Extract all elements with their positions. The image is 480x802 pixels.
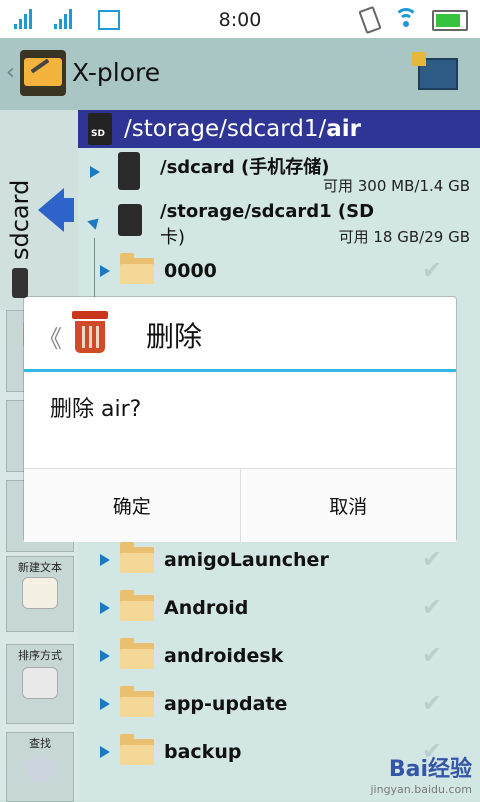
back-chevron-icon[interactable]: 《 xyxy=(38,319,62,354)
folder-icon xyxy=(120,638,154,669)
expand-arrow-icon[interactable] xyxy=(90,166,100,178)
path-text: /storage/sdcard1/air xyxy=(124,116,361,142)
dialog-buttons: 确定 取消 xyxy=(24,468,456,542)
folder-icon xyxy=(120,253,154,284)
collapse-arrow-icon[interactable] xyxy=(87,214,103,230)
cancel-button[interactable]: 取消 xyxy=(239,469,456,542)
watermark-brand: Bai经验 xyxy=(388,757,472,782)
app-title: X-plore xyxy=(72,58,161,87)
folder-name: amigoLauncher xyxy=(164,549,329,571)
magnifier-icon xyxy=(26,755,54,783)
folder-icon xyxy=(120,590,154,621)
check-icon[interactable]: ✔ xyxy=(422,593,442,621)
new-document-icon xyxy=(22,577,58,609)
folder-name: androidesk xyxy=(164,645,284,667)
back-chevron-icon[interactable]: ‹ xyxy=(6,60,15,85)
find-label: 查找 xyxy=(29,737,51,750)
dialog-message: 删除 air? xyxy=(50,397,142,422)
sd-card-icon xyxy=(118,204,142,236)
check-icon[interactable]: ✔ xyxy=(422,545,442,573)
folder-row[interactable]: app-update ✔ xyxy=(78,681,480,729)
expand-arrow-icon[interactable] xyxy=(100,602,110,614)
confirm-button[interactable]: 确定 xyxy=(24,469,240,542)
battery-icon xyxy=(432,10,468,31)
arrow-stem xyxy=(60,198,74,222)
drive-item[interactable]: /sdcard (手机存储) 可用 300 MB/1.4 GB xyxy=(78,148,480,196)
check-icon[interactable]: ✔ xyxy=(422,256,442,284)
drive-space: 可用 18 GB/29 GB xyxy=(338,228,470,246)
check-icon[interactable]: ✔ xyxy=(422,641,442,669)
drive-name: /storage/sdcard1 (SD xyxy=(160,201,375,222)
drive-space: 可用 300 MB/1.4 GB xyxy=(323,177,470,195)
sd-card-icon xyxy=(88,113,112,145)
phone-icon xyxy=(118,152,140,190)
drive-item[interactable]: /storage/sdcard1 (SD 卡) 可用 18 GB/29 GB xyxy=(78,196,480,250)
folder-row[interactable]: Android ✔ xyxy=(78,585,480,633)
drive-tab-sdcard[interactable]: sdcard xyxy=(0,110,79,310)
trash-icon xyxy=(72,311,108,355)
folder-icon xyxy=(120,734,154,765)
expand-arrow-icon[interactable] xyxy=(100,554,110,566)
sort-label: 排序方式 xyxy=(18,649,62,662)
new-text-label: 新建文本 xyxy=(18,561,62,574)
app-logo-icon[interactable] xyxy=(20,50,66,96)
folder-row[interactable]: 0000 ✔ xyxy=(78,248,480,296)
path-bar[interactable]: /storage/sdcard1/air xyxy=(78,110,480,148)
dialog-header: 《 删除 xyxy=(24,297,456,372)
status-bar: 8:00 xyxy=(0,0,480,38)
screen-switch-icon[interactable] xyxy=(412,52,458,90)
new-text-button[interactable]: 新建文本 xyxy=(6,556,74,632)
dialog-title: 删除 xyxy=(146,320,203,353)
folder-row[interactable]: androidesk ✔ xyxy=(78,633,480,681)
watermark-url: jingyan.baidu.com xyxy=(370,783,472,796)
delete-dialog: 《 删除 删除 air? 确定 取消 xyxy=(24,297,456,542)
folder-row[interactable]: amigoLauncher ✔ xyxy=(78,537,480,585)
folder-name: Android xyxy=(164,597,249,619)
folder-name: backup xyxy=(164,741,242,763)
expand-arrow-icon[interactable] xyxy=(100,650,110,662)
drive-name: /sdcard (手机存储) xyxy=(160,157,330,178)
folder-icon xyxy=(120,686,154,717)
sort-button[interactable]: 排序方式 xyxy=(6,644,74,724)
sort-icon xyxy=(22,667,58,699)
wifi-icon xyxy=(394,8,418,28)
folder-icon xyxy=(120,542,154,573)
watermark: Bai经验 jingyan.baidu.com xyxy=(370,751,472,796)
drive-name-cont: 卡) xyxy=(160,227,186,248)
folder-name: 0000 xyxy=(164,260,217,282)
folder-name: app-update xyxy=(164,693,288,715)
expand-arrow-icon[interactable] xyxy=(100,746,110,758)
app-bar: ‹ X-plore xyxy=(0,38,480,110)
expand-arrow-icon[interactable] xyxy=(100,698,110,710)
check-icon[interactable]: ✔ xyxy=(422,689,442,717)
expand-arrow-icon[interactable] xyxy=(100,265,110,277)
find-button[interactable]: 查找 xyxy=(6,732,74,802)
phone-icon xyxy=(12,268,28,298)
drive-tab-label: sdcard xyxy=(6,179,34,260)
